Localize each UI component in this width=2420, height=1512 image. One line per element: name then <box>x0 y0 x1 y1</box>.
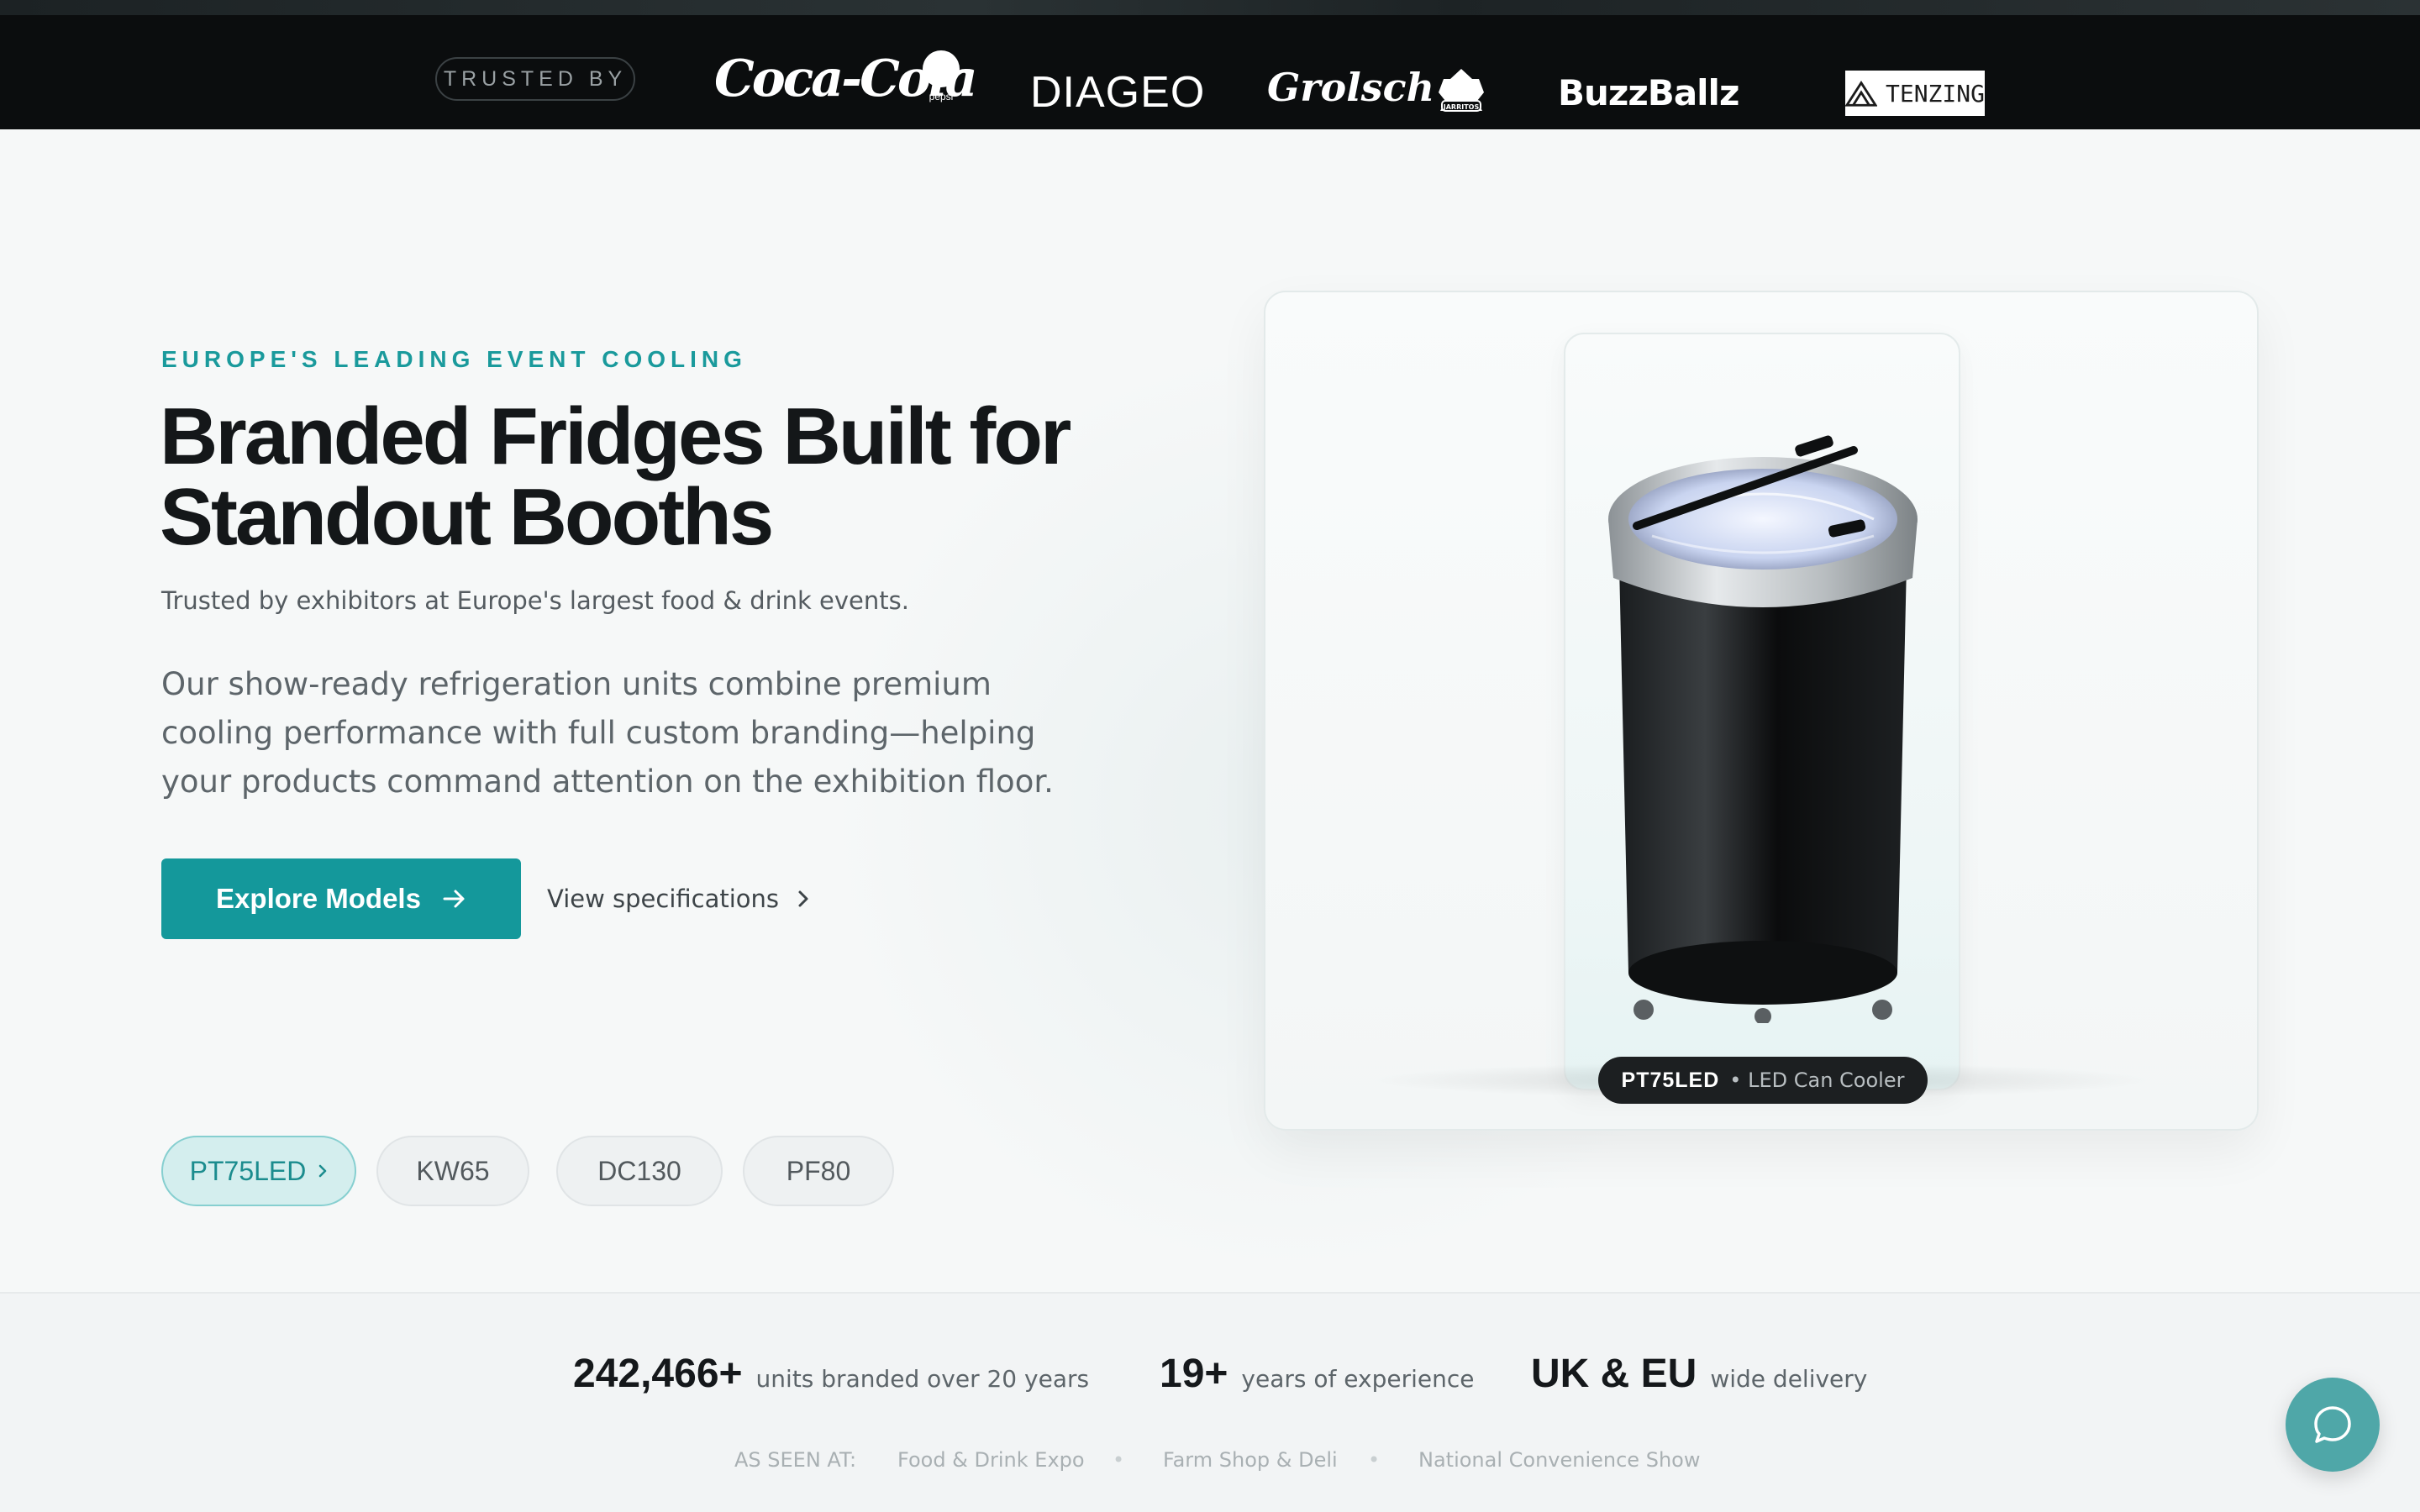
stat-delivery: UK & EU wide delivery <box>1531 1351 1867 1397</box>
chevron-right-icon <box>798 890 808 907</box>
view-specifications-label: View specifications <box>547 885 780 913</box>
model-pill-label: PF80 <box>786 1155 851 1186</box>
model-pill-kw65[interactable]: KW65 <box>376 1136 529 1206</box>
jarritos-logo: JARRITOS <box>1435 67 1487 116</box>
pepsi-logo: pepsi <box>919 50 963 118</box>
product-badge-description: • LED Can Cooler <box>1729 1068 1905 1092</box>
stat-value: UK & EU <box>1531 1352 1697 1396</box>
hero-headline-line-1: Branded Fridges Built for <box>160 391 1071 481</box>
diageo-logo: DIAGEO <box>1030 68 1206 117</box>
product-badge-model: PT75LED <box>1621 1068 1720 1092</box>
model-pill-dc130[interactable]: DC130 <box>556 1136 723 1206</box>
chat-bubble-icon <box>2314 1406 2351 1443</box>
model-pill-pf80[interactable]: PF80 <box>743 1136 894 1206</box>
view-specifications-link[interactable]: View specifications <box>547 875 809 922</box>
product-badge: PT75LED • LED Can Cooler <box>1598 1057 1928 1104</box>
as-seen-at-row: AS SEEN AT: Food & Drink Expo • Farm Sho… <box>734 1448 1700 1482</box>
event-food-drink-expo: Food & Drink Expo <box>897 1448 1085 1472</box>
stat-value: 242,466+ <box>573 1352 743 1396</box>
stat-units-branded: 242,466+ units branded over 20 years <box>573 1351 1089 1397</box>
stat-label: wide delivery <box>1710 1365 1868 1393</box>
hero-headline-line-2: Standout Booths <box>160 472 774 562</box>
trusted-by-label: TRUSTED BY <box>435 57 635 101</box>
hero-headline: Branded Fridges Built for Standout Booth… <box>160 396 1168 558</box>
pepsi-globe-icon <box>923 50 960 87</box>
trusted-by-bar: TRUSTED BY Coca-Cola pepsi DIAGEO Grolsc… <box>0 15 2420 129</box>
pepsi-logo-text: pepsi <box>929 91 954 102</box>
round-can-cooler-image <box>1608 435 1918 1023</box>
event-national-convenience-show: National Convenience Show <box>1418 1448 1701 1472</box>
separator-dot: • <box>1113 1448 1125 1472</box>
explore-models-button[interactable]: Explore Models <box>161 858 521 939</box>
hero-subline: Trusted by exhibitors at Europe's larges… <box>161 586 909 615</box>
tenzing-logo: TENZING <box>1845 71 1985 116</box>
tenzing-logo-text: TENZING <box>1885 79 1985 108</box>
grolsch-logo: Grolsch <box>1267 65 1435 110</box>
buzzballz-logo: BuzzBallz <box>1558 71 1739 113</box>
top-image-strip <box>0 0 2420 15</box>
chevron-right-icon <box>319 1164 327 1178</box>
separator-dot: • <box>1368 1448 1381 1472</box>
svg-text:JARRITOS: JARRITOS <box>1443 103 1480 111</box>
model-pill-label: KW65 <box>416 1155 490 1186</box>
hero-eyebrow: EUROPE'S LEADING EVENT COOLING <box>161 346 747 372</box>
chat-button[interactable] <box>2286 1378 2380 1472</box>
model-pill-pt75led[interactable]: PT75LED <box>161 1136 356 1206</box>
as-seen-at-label: AS SEEN AT: <box>734 1448 857 1472</box>
product-card: PT75LED • LED Can Cooler <box>1264 291 2259 1131</box>
hero-lead-paragraph: Our show-ready refrigeration units combi… <box>161 666 1054 800</box>
stat-years-experience: 19+ years of experience <box>1160 1351 1474 1397</box>
event-farm-shop-deli: Farm Shop & Deli <box>1163 1448 1338 1472</box>
stats-section: 242,466+ units branded over 20 years 19+… <box>0 1292 2420 1512</box>
hero-section: EUROPE'S LEADING EVENT COOLING Branded F… <box>0 129 2420 1292</box>
model-pill-label: DC130 <box>597 1155 681 1186</box>
explore-models-label: Explore Models <box>216 883 421 914</box>
stat-label: years of experience <box>1241 1365 1475 1393</box>
mountain-icon <box>1845 81 1877 107</box>
stat-value: 19+ <box>1160 1352 1228 1396</box>
model-pill-label: PT75LED <box>189 1155 307 1186</box>
stat-label: units branded over 20 years <box>755 1365 1090 1393</box>
arrow-right-icon <box>443 890 465 908</box>
